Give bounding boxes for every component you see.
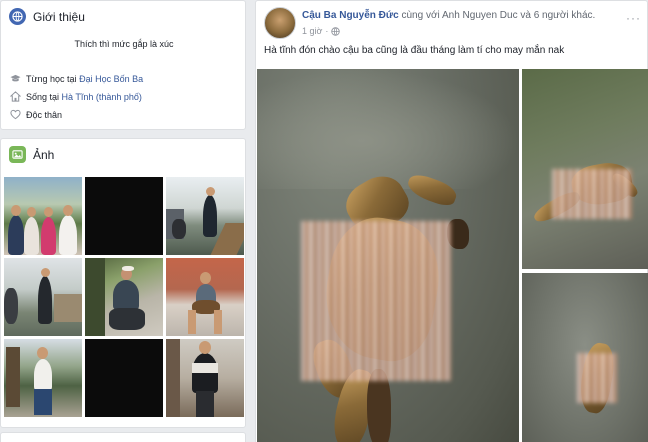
globe-icon[interactable] [331,26,341,36]
photo-tile[interactable] [4,177,82,255]
photos-title: Ảnh [33,147,55,162]
post-header: Cậu Ba Nguyễn Đức cùng với Anh Nguyen Du… [302,10,595,21]
photo-tile[interactable] [85,177,163,255]
intro-bio: Thích thì mức gắp là xúc [74,39,174,49]
school-link[interactable]: Đại Học Bốn Ba [79,74,143,84]
photos-card: Ảnh [0,138,246,428]
post-photo-2[interactable] [522,69,648,269]
tagged-user-link[interactable]: Anh Nguyen Duc [442,10,518,21]
author-avatar[interactable] [264,7,296,39]
with-prefix: cùng với [401,10,440,21]
post-card: Cậu Ba Nguyễn Đức cùng với Anh Nguyen Du… [255,0,648,442]
photo-icon [9,146,26,163]
intro-card: Giới thiệu Thích thì mức gắp là xúc Từng… [0,0,246,130]
intro-item-label: Từng học tại [26,73,77,84]
heart-icon [10,109,21,120]
next-section-card [0,432,246,442]
photos-header[interactable]: Ảnh [9,146,54,163]
globe-intro-icon [9,8,26,25]
author-name-link[interactable]: Cậu Ba Nguyễn Đức [302,10,399,21]
intro-header[interactable]: Giới thiệu [9,8,85,25]
post-meta: 1 giờ · [302,26,341,36]
location-link[interactable]: Hà Tĩnh (thành phố) [62,92,142,102]
photo-tile[interactable] [166,258,244,336]
photo-tile[interactable] [166,177,244,255]
post-photo-3[interactable] [522,273,648,442]
home-icon [10,91,21,102]
post-text: Hà tĩnh đón chào cậu ba cũng là đầu thán… [264,45,565,56]
graduation-cap-icon [10,74,21,82]
photo-tile[interactable] [4,339,82,417]
post-time-link[interactable]: 1 giờ [302,26,322,36]
intro-item-education: Từng học tại Đại Học Bốn Ba [10,73,143,84]
intro-item-relationship: Độc thân [10,109,62,120]
others-link[interactable]: và 6 người khác. [520,10,595,21]
intro-item-label: Độc thân [26,109,63,120]
photo-tile[interactable] [85,258,163,336]
post-photo-main[interactable] [257,69,519,442]
photo-tile[interactable] [4,258,82,336]
intro-title: Giới thiệu [33,9,85,24]
intro-item-location: Sống tại Hà Tĩnh (thành phố) [10,91,142,102]
photo-tile[interactable] [166,339,244,417]
post-options-button[interactable]: ··· [626,11,641,25]
intro-item-label: Sống tại [26,91,60,102]
photo-tile[interactable] [85,339,163,417]
